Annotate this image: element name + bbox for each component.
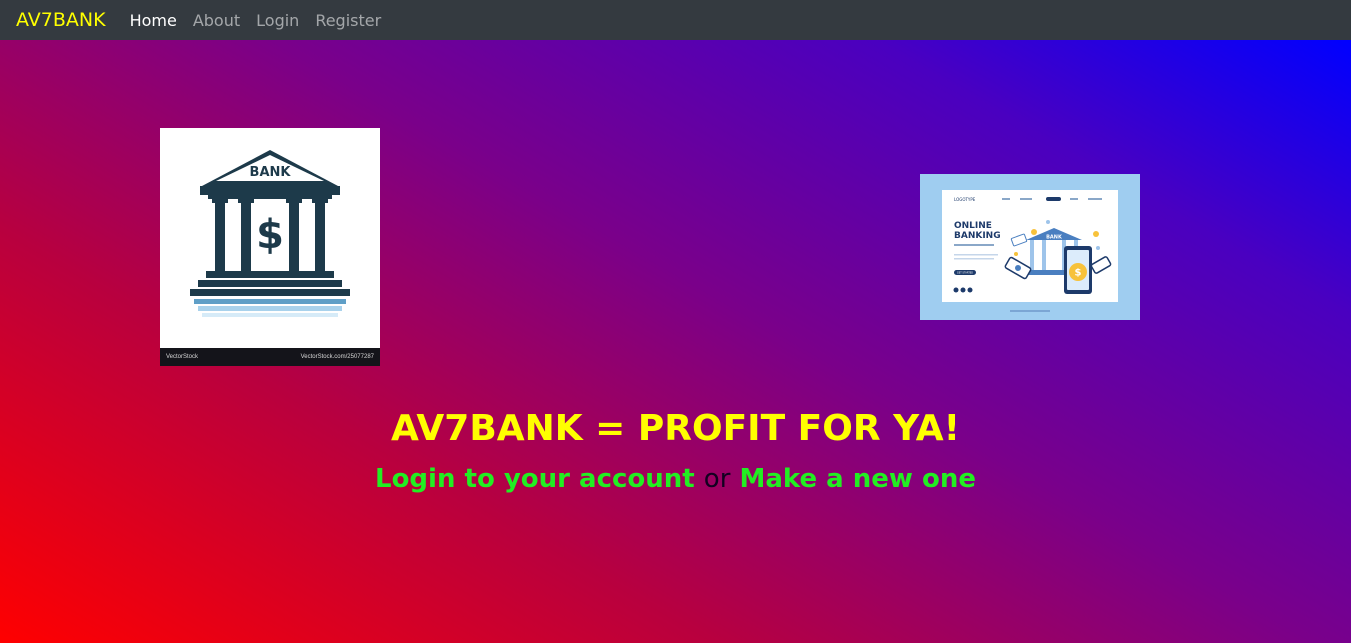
- brand-logo-link[interactable]: AV7BANK: [16, 9, 106, 31]
- watermark-right-text: VectorStock.com/25077287: [300, 354, 374, 360]
- nav-home-link[interactable]: Home: [130, 11, 177, 30]
- image-watermark-bar: VectorStock VectorStock.com/25077287: [160, 348, 380, 366]
- register-account-link[interactable]: Make a new one: [739, 464, 976, 494]
- bank-building-image: BANK $ VectorStock VectorStock.com/25077…: [160, 128, 380, 366]
- hero-section: BANK $ VectorStock VectorStock.com/25077…: [0, 40, 1351, 643]
- illustration-button-text: GET STARTED: [957, 272, 973, 275]
- hero-call-to-action: Login to your account or Make a new one: [0, 464, 1351, 494]
- bank-building-icon: BANK $: [190, 150, 350, 317]
- online-banking-image: LOGOTYPE ONLINE BANKING GET STARTED BANK: [920, 174, 1140, 320]
- hero-headline: AV7BANK = PROFIT FOR YA!: [390, 408, 961, 449]
- illustration-building-sign: BANK: [1046, 235, 1063, 241]
- illustration-heading-line1: ONLINE: [954, 221, 992, 231]
- separator-text: or: [703, 464, 731, 494]
- nav-register-link[interactable]: Register: [315, 11, 381, 30]
- bank-sign-text: BANK: [250, 165, 292, 180]
- bank-dollar-symbol: $: [256, 212, 284, 258]
- nav-login-link[interactable]: Login: [256, 11, 299, 30]
- illustration-heading-line2: BANKING: [954, 231, 1001, 241]
- watermark-left-text: VectorStock: [166, 354, 199, 360]
- online-banking-illustration: LOGOTYPE ONLINE BANKING GET STARTED BANK: [942, 190, 1118, 312]
- illustration-logo-text: LOGOTYPE: [954, 197, 976, 202]
- top-navbar: AV7BANK Home About Login Register: [0, 0, 1351, 40]
- illustration-coin-symbol: $: [1075, 268, 1082, 279]
- login-account-link[interactable]: Login to your account: [375, 464, 695, 494]
- nav-about-link[interactable]: About: [193, 11, 240, 30]
